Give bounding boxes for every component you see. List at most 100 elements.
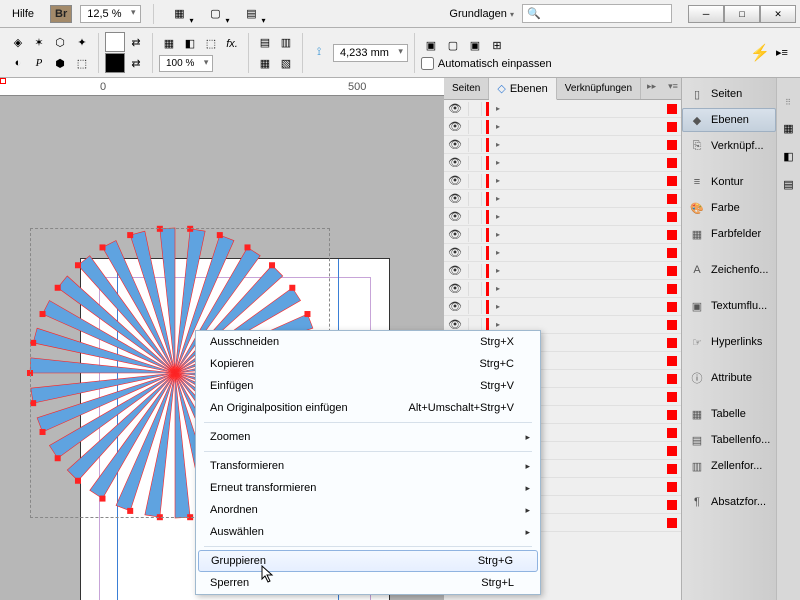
selection-indicator[interactable] bbox=[667, 158, 677, 168]
expand-icon[interactable]: ▸ bbox=[493, 248, 503, 257]
panel-button-stroke[interactable]: ≡Kontur bbox=[682, 170, 776, 194]
panel-button-textwrap[interactable]: ▣Textumflu... bbox=[682, 294, 776, 318]
lock-column[interactable] bbox=[468, 228, 482, 242]
panel-button-cellstyle[interactable]: ▥Zellenfor... bbox=[682, 454, 776, 478]
context-menu-item[interactable]: AusschneidenStrg+X bbox=[196, 331, 540, 353]
expand-icon[interactable]: ▸ bbox=[493, 104, 503, 113]
panel-button-links[interactable]: ⎘Verknüpf... bbox=[682, 134, 776, 158]
lock-column[interactable] bbox=[468, 174, 482, 188]
selection-indicator[interactable] bbox=[667, 482, 677, 492]
visibility-icon[interactable]: 👁 bbox=[446, 156, 464, 170]
quick-apply-icon[interactable]: ⚡ bbox=[750, 43, 770, 63]
visibility-icon[interactable]: 👁 bbox=[446, 282, 464, 296]
stroke-swatch[interactable] bbox=[105, 53, 125, 73]
context-menu-item[interactable]: Zoomen bbox=[196, 426, 540, 448]
selection-indicator[interactable] bbox=[667, 302, 677, 312]
visibility-icon[interactable]: 👁 bbox=[446, 192, 464, 206]
swap-icon[interactable]: ⇄ bbox=[126, 32, 146, 52]
tool-icon[interactable]: ✦ bbox=[72, 32, 92, 52]
tab-links[interactable]: Verknüpfungen bbox=[557, 78, 641, 99]
panel-button-tablestyle[interactable]: ▤Tabellenfo... bbox=[682, 428, 776, 452]
context-menu-item[interactable]: EinfügenStrg+V bbox=[196, 375, 540, 397]
context-menu-item[interactable]: SperrenStrg+L bbox=[196, 572, 540, 594]
autofit-checkbox[interactable] bbox=[421, 57, 434, 70]
panel-button-hyperlinks[interactable]: ☞Hyperlinks bbox=[682, 330, 776, 354]
layer-row[interactable]: 👁 ▸ bbox=[444, 118, 681, 136]
screen-mode-icon[interactable]: ▢ ▾ bbox=[202, 3, 230, 25]
layer-row[interactable]: 👁 ▸ bbox=[444, 226, 681, 244]
panel-button-char[interactable]: AZeichenfo... bbox=[682, 258, 776, 282]
expand-icon[interactable]: ▸ bbox=[493, 212, 503, 221]
side-icon[interactable]: ▤ bbox=[781, 176, 797, 192]
context-menu-item[interactable]: Anordnen bbox=[196, 499, 540, 521]
visibility-icon[interactable]: 👁 bbox=[446, 210, 464, 224]
selection-indicator[interactable] bbox=[667, 122, 677, 132]
selection-indicator[interactable] bbox=[667, 338, 677, 348]
layer-row[interactable]: 👁 ▸ bbox=[444, 208, 681, 226]
context-menu-item[interactable]: Auswählen bbox=[196, 521, 540, 543]
context-menu-item[interactable]: KopierenStrg+C bbox=[196, 353, 540, 375]
swap-icon[interactable]: ⇄ bbox=[126, 53, 146, 73]
panel-button-color[interactable]: 🎨Farbe bbox=[682, 196, 776, 220]
minimize-button[interactable]: — bbox=[688, 5, 724, 23]
selection-handle[interactable] bbox=[0, 78, 6, 84]
expand-icon[interactable]: ▸ bbox=[493, 266, 503, 275]
view-options-icon[interactable]: ▦ ▾ bbox=[166, 3, 194, 25]
expand-icon[interactable]: ▸ bbox=[493, 122, 503, 131]
selection-indicator[interactable] bbox=[667, 500, 677, 510]
layer-row[interactable]: 👁 ▸ bbox=[444, 244, 681, 262]
tool-icon[interactable]: ⬢ bbox=[50, 53, 70, 73]
lock-column[interactable] bbox=[468, 282, 482, 296]
visibility-icon[interactable]: 👁 bbox=[446, 264, 464, 278]
workspace-switcher[interactable]: Grundlagen ▾ bbox=[449, 8, 514, 20]
layer-row[interactable]: 👁 ▸ bbox=[444, 154, 681, 172]
panel-button-swatches[interactable]: ▦Farbfelder bbox=[682, 222, 776, 246]
lock-column[interactable] bbox=[468, 120, 482, 134]
lock-column[interactable] bbox=[468, 156, 482, 170]
lock-column[interactable] bbox=[468, 210, 482, 224]
layer-row[interactable]: 👁 ▸ bbox=[444, 190, 681, 208]
layer-row[interactable]: 👁 ▸ bbox=[444, 280, 681, 298]
panel-button-pages[interactable]: ▯Seiten bbox=[682, 82, 776, 106]
selection-indicator[interactable] bbox=[667, 518, 677, 528]
selection-indicator[interactable] bbox=[667, 230, 677, 240]
selection-indicator[interactable] bbox=[667, 392, 677, 402]
selection-indicator[interactable] bbox=[667, 194, 677, 204]
panel-menu-icon[interactable]: ▸≡ bbox=[772, 43, 792, 63]
align-icon[interactable]: ▧ bbox=[276, 53, 296, 73]
selection-indicator[interactable] bbox=[667, 374, 677, 384]
selection-indicator[interactable] bbox=[667, 248, 677, 258]
dock-grab-icon[interactable]: ⠿ bbox=[781, 96, 797, 108]
panel-button-table[interactable]: ▦Tabelle bbox=[682, 402, 776, 426]
frame-fit-icon[interactable]: ▣ bbox=[465, 35, 485, 55]
tool-icon[interactable]: ◐ bbox=[8, 53, 28, 73]
close-button[interactable]: ✕ bbox=[760, 5, 796, 23]
lock-column[interactable] bbox=[468, 300, 482, 314]
selection-indicator[interactable] bbox=[667, 320, 677, 330]
expand-icon[interactable]: ▸ bbox=[493, 140, 503, 149]
selection-indicator[interactable] bbox=[667, 410, 677, 420]
expand-icon[interactable]: ▸ bbox=[493, 176, 503, 185]
fx-icon[interactable]: fx. bbox=[222, 34, 242, 54]
visibility-icon[interactable]: 👁 bbox=[446, 138, 464, 152]
selection-indicator[interactable] bbox=[667, 212, 677, 222]
panel-button-layers[interactable]: ◆Ebenen bbox=[682, 108, 776, 132]
frame-fit-icon[interactable]: ⊞ bbox=[487, 35, 507, 55]
tool-icon[interactable]: ⬡ bbox=[50, 32, 70, 52]
visibility-icon[interactable]: 👁 bbox=[446, 120, 464, 134]
align-icon[interactable]: ▦ bbox=[255, 53, 275, 73]
side-icon[interactable]: ▦ bbox=[781, 120, 797, 136]
arrange-icon[interactable]: ▤ ▾ bbox=[238, 3, 266, 25]
selection-indicator[interactable] bbox=[667, 356, 677, 366]
opacity-dropdown[interactable]: 100 % bbox=[159, 55, 213, 72]
tool-icon[interactable]: ⬚ bbox=[72, 53, 92, 73]
selection-indicator[interactable] bbox=[667, 284, 677, 294]
tab-pages[interactable]: Seiten bbox=[444, 78, 489, 99]
effects-icon[interactable]: ◧ bbox=[180, 34, 200, 54]
side-icon[interactable]: ◧ bbox=[781, 148, 797, 164]
expand-icon[interactable]: ▸ bbox=[493, 230, 503, 239]
panel-expand-icon[interactable]: ▸▸ bbox=[641, 78, 662, 99]
bridge-button[interactable]: Br bbox=[50, 5, 72, 23]
layer-row[interactable]: 👁 ▸ bbox=[444, 298, 681, 316]
frame-fit-icon[interactable]: ▣ bbox=[421, 35, 441, 55]
